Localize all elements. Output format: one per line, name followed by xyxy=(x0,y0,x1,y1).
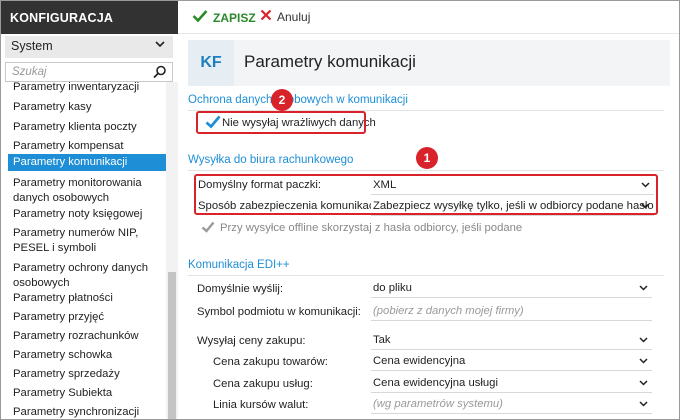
window-frame xyxy=(0,0,680,420)
